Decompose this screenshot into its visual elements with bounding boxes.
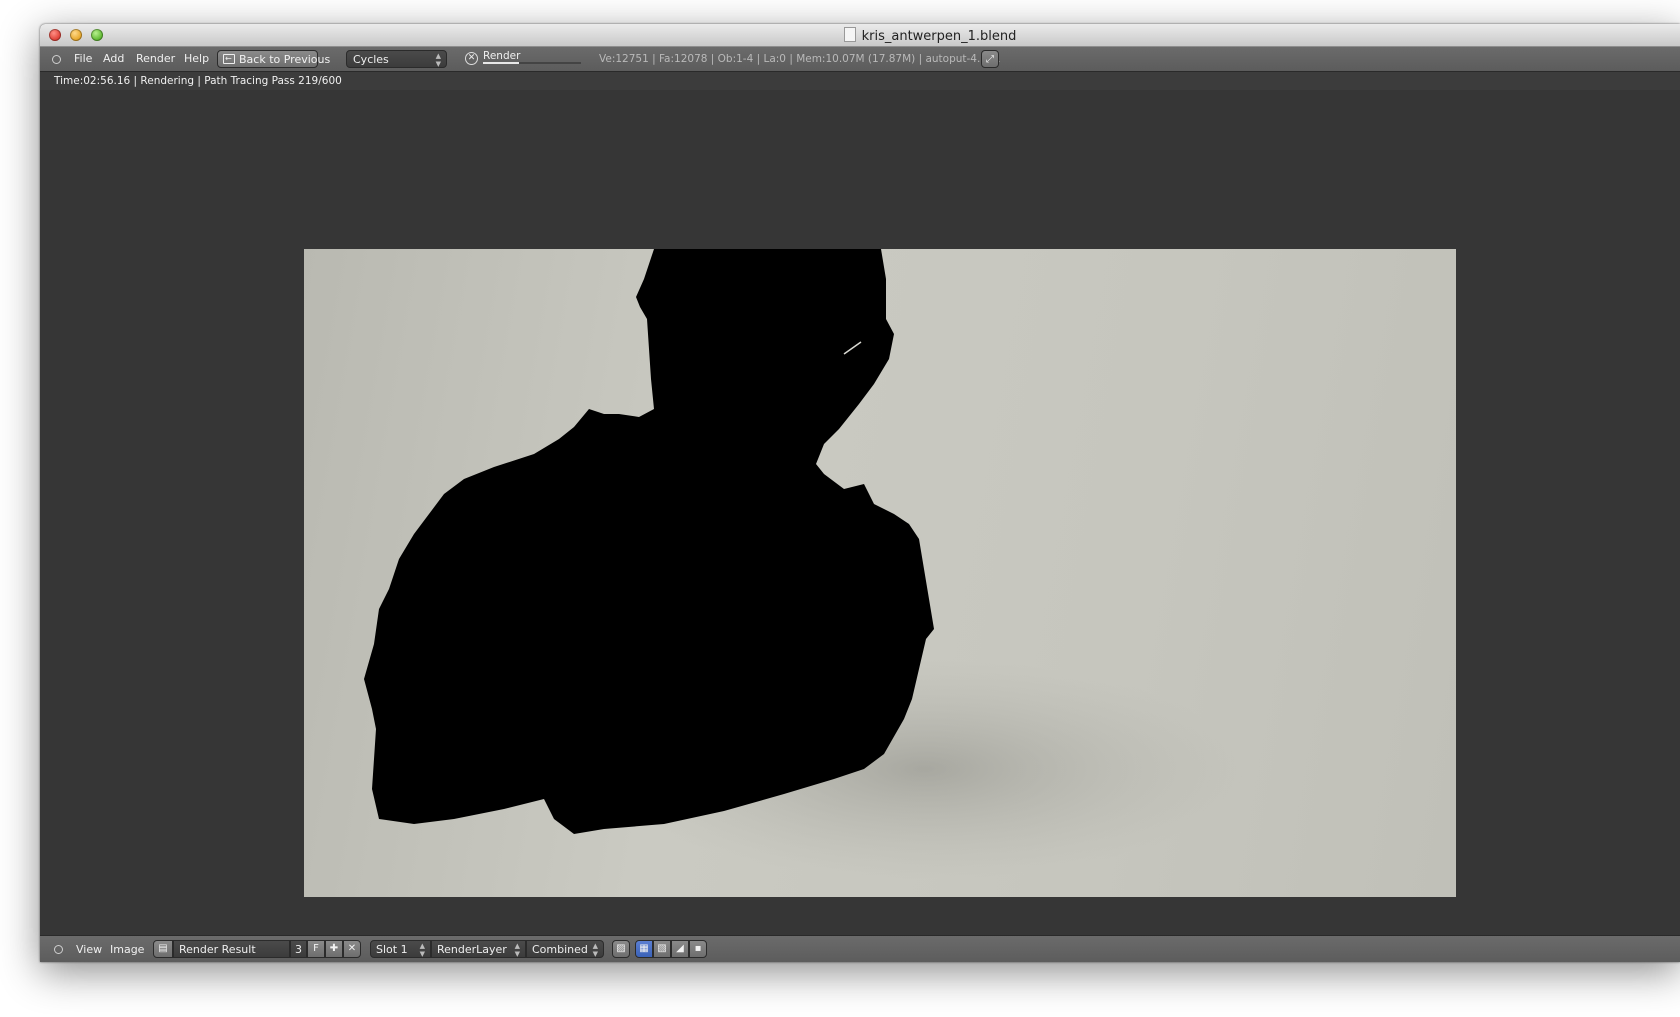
menu-file[interactable]: File — [74, 47, 92, 71]
render-pass-select[interactable]: Combined ▲ ▼ — [526, 940, 604, 958]
header-collapse-icon[interactable] — [52, 55, 61, 64]
render-silhouette — [364, 249, 1244, 879]
render-pass-value: Combined — [532, 943, 588, 956]
menu-add[interactable]: Add — [103, 47, 124, 71]
render-engine-value: Cycles — [353, 53, 389, 66]
draw-color-icon[interactable]: ▧ — [653, 940, 671, 958]
menu-image[interactable]: Image — [110, 936, 144, 962]
menu-help[interactable]: Help — [184, 47, 209, 71]
scene-stats: Ve:12751 | Fa:12078 | Ob:1-4 | La:0 | Me… — [599, 53, 1001, 65]
draw-color-alpha-icon[interactable]: ▦ — [635, 940, 653, 958]
title-bar[interactable]: kris_antwerpen_1.blend — [40, 24, 1680, 47]
render-slot-value: Slot 1 — [376, 943, 408, 956]
updown-arrows-icon: ▲ ▼ — [592, 942, 598, 958]
back-to-previous-button[interactable]: ← Back to Previous — [217, 50, 330, 68]
draw-alpha-icon[interactable]: ▨ — [612, 940, 630, 958]
bust-silhouette — [364, 249, 934, 834]
render-layer-value: RenderLayer — [437, 943, 507, 956]
updown-arrows-icon: ▲ ▼ — [419, 942, 425, 958]
updown-arrows-icon: ▲ ▼ — [435, 52, 441, 68]
updown-arrows-icon: ▲ ▼ — [514, 942, 520, 958]
footer-collapse-icon[interactable] — [54, 945, 63, 954]
image-users-count: 3 — [290, 940, 307, 958]
blender-window: kris_antwerpen_1.blend File Add Render H… — [40, 24, 1680, 962]
back-to-previous-label: Back to Previous — [239, 53, 331, 66]
image-editor-header: View Image ▤ Render Result 3 F ✚ ✕ Slot … — [40, 935, 1680, 962]
render-progress-fill — [483, 62, 519, 64]
menu-render[interactable]: Render — [136, 47, 175, 71]
image-editor-viewport[interactable] — [40, 90, 1680, 959]
render-engine-select[interactable]: Cycles ▲ ▼ — [346, 50, 447, 68]
image-browse-icon[interactable]: ▤ — [153, 940, 173, 958]
render-slot-select[interactable]: Slot 1 ▲ ▼ — [370, 940, 431, 958]
fake-user-button[interactable]: F — [307, 940, 325, 958]
cancel-render-icon[interactable]: ✕ — [465, 52, 478, 65]
info-header: File Add Render Help ← Back to Previous … — [40, 47, 1680, 72]
render-layer-select[interactable]: RenderLayer ▲ ▼ — [431, 940, 526, 958]
draw-alpha-only-icon[interactable]: ◢ — [671, 940, 689, 958]
draw-zbuffer-icon[interactable]: ▪ — [689, 940, 707, 958]
render-job-label: Render — [483, 50, 521, 62]
render-result-image — [304, 249, 1456, 897]
render-progress-bar — [483, 62, 581, 64]
document-icon — [843, 27, 856, 42]
unlink-image-icon[interactable]: ✕ — [343, 940, 361, 958]
window-title-text: kris_antwerpen_1.blend — [861, 29, 1017, 44]
back-arrow-icon: ← — [223, 54, 235, 64]
image-name-field[interactable]: Render Result — [173, 940, 290, 958]
window-title: kris_antwerpen_1.blend — [40, 27, 1680, 44]
menu-view[interactable]: View — [76, 936, 102, 962]
new-image-icon[interactable]: ✚ — [325, 940, 343, 958]
render-status-line: Time:02:56.16 | Rendering | Path Tracing… — [40, 72, 1680, 90]
fullscreen-toggle-icon[interactable]: ⤢ — [981, 50, 999, 68]
